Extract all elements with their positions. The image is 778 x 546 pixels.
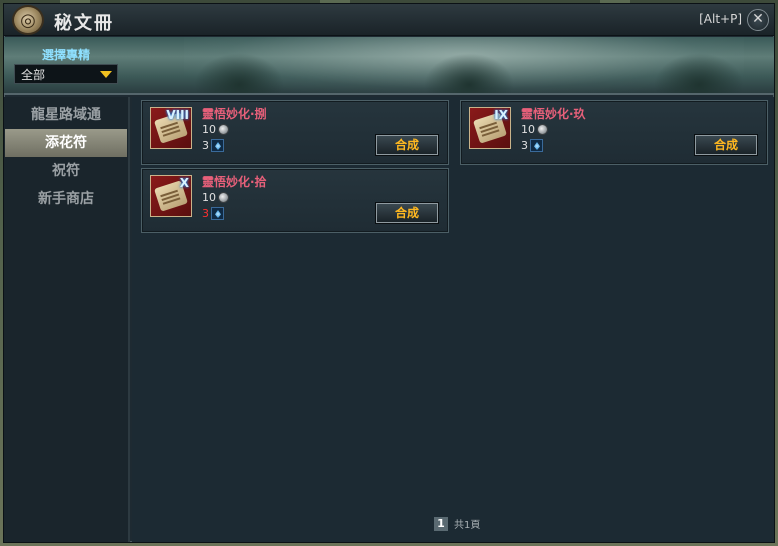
dropdown-selected-value: 全部 xyxy=(21,68,46,82)
craft-button[interactable]: 合成 xyxy=(376,135,438,155)
chevron-down-icon xyxy=(100,71,112,78)
crystal-cost: 3 xyxy=(521,139,543,152)
category-sidebar: 龍星路域通 添花符 祝符 新手商店 xyxy=(4,97,130,542)
recipe-card: VIII 靈悟妙化·捌 10 3 合成 xyxy=(141,100,449,165)
tier-numeral: X xyxy=(179,176,189,190)
codex-window: ◎ 秘文冊 [Alt+P] ✕ 選擇專精 全部 龍星路域通 添花符 祝符 新手商… xyxy=(3,3,775,543)
filter-header: 選擇專精 全部 xyxy=(4,37,774,95)
craft-button[interactable]: 合成 xyxy=(695,135,757,155)
tier-numeral: IX xyxy=(494,108,508,122)
scenery-tree xyxy=(194,53,284,93)
crystal-cost-value-insufficient: 3 xyxy=(202,207,209,220)
emblem-icon: ◎ xyxy=(12,5,44,35)
coin-cost: 10 xyxy=(521,123,548,136)
sidebar-item-beginner-shop[interactable]: 新手商店 xyxy=(5,185,127,213)
coin-cost: 10 xyxy=(202,123,229,136)
craft-button[interactable]: 合成 xyxy=(376,203,438,223)
recipe-name: 靈悟妙化·拾 xyxy=(202,175,267,189)
crystal-cost: 3 xyxy=(202,207,224,220)
sidebar-item-enhancement-talisman[interactable]: 添花符 xyxy=(5,129,127,157)
scroll-icon[interactable]: IX xyxy=(469,107,511,149)
coin-cost: 10 xyxy=(202,191,229,204)
hotkey-hint: [Alt+P] xyxy=(699,12,742,26)
coin-icon xyxy=(218,192,229,203)
coin-cost-value: 10 xyxy=(202,191,216,204)
recipe-card: X 靈悟妙化·拾 10 3 合成 xyxy=(141,168,449,233)
sidebar-item-dragon-star[interactable]: 龍星路域通 xyxy=(5,101,127,129)
pagination: 1 共1頁 xyxy=(434,516,480,531)
scroll-icon[interactable]: X xyxy=(150,175,192,217)
crystal-icon xyxy=(211,207,224,220)
scroll-icon[interactable]: VIII xyxy=(150,107,192,149)
crystal-icon xyxy=(211,139,224,152)
sidebar-item-blessing-talisman[interactable]: 祝符 xyxy=(5,157,127,185)
scenery-tree xyxy=(424,53,514,93)
close-button[interactable]: ✕ xyxy=(747,9,769,31)
crystal-icon xyxy=(530,139,543,152)
scenery-tree xyxy=(654,53,744,93)
coin-cost-value: 10 xyxy=(521,123,535,136)
coin-icon xyxy=(537,124,548,135)
recipe-name: 靈悟妙化·玖 xyxy=(521,107,586,121)
specialization-dropdown[interactable]: 全部 xyxy=(14,64,118,84)
crystal-cost: 3 xyxy=(202,139,224,152)
page-total-label: 共1頁 xyxy=(454,520,481,531)
tier-numeral: VIII xyxy=(166,108,189,122)
recipe-list: VIII 靈悟妙化·捌 10 3 合成 IX 靈悟妙化·玖 10 3 合成 X … xyxy=(132,97,774,542)
specialization-filter-label: 選擇專精 xyxy=(42,48,91,62)
crystal-cost-value: 3 xyxy=(202,139,209,152)
crystal-cost-value: 3 xyxy=(521,139,528,152)
recipe-card: IX 靈悟妙化·玖 10 3 合成 xyxy=(460,100,768,165)
coin-cost-value: 10 xyxy=(202,123,216,136)
coin-icon xyxy=(218,124,229,135)
window-title: 秘文冊 xyxy=(54,13,114,34)
recipe-name: 靈悟妙化·捌 xyxy=(202,107,267,121)
page-number-button[interactable]: 1 xyxy=(434,516,448,531)
title-bar[interactable]: ◎ 秘文冊 [Alt+P] ✕ xyxy=(4,4,774,36)
